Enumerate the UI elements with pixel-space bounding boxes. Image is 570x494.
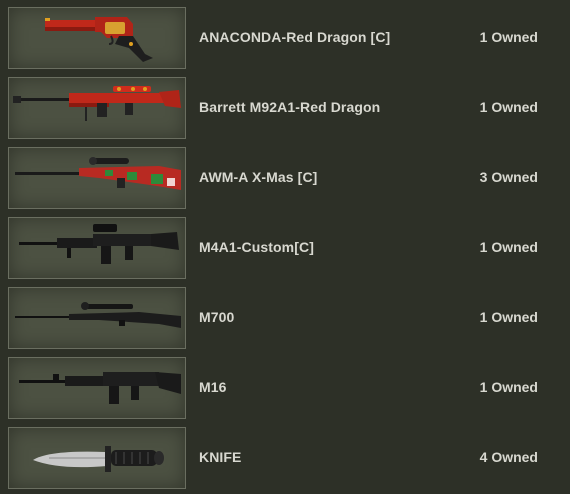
owned-count: 4 Owned: [479, 449, 538, 465]
weapon-thumbnail: [8, 357, 186, 419]
inventory-row[interactable]: M4A1-Custom[C] 1 Owned: [0, 217, 570, 283]
inventory-row[interactable]: ANACONDA-Red Dragon [C] 1 Owned: [0, 7, 570, 73]
item-name: M4A1-Custom[C]: [199, 239, 314, 255]
item-name: AWM-A X-Mas [C]: [199, 169, 318, 185]
inventory-row[interactable]: KNIFE 4 Owned: [0, 427, 570, 493]
item-name: M700: [199, 309, 235, 325]
weapon-thumbnail: [8, 147, 186, 209]
m4a1-custom-rifle-icon: [19, 224, 179, 264]
awm-xmas-sniper-icon: [15, 157, 181, 190]
owned-count: 1 Owned: [479, 99, 538, 115]
m16-rifle-icon: [19, 372, 181, 404]
inventory-row[interactable]: AWM-A X-Mas [C] 3 Owned: [0, 147, 570, 213]
m700-sniper-icon: [15, 302, 181, 328]
weapon-thumbnail: [8, 7, 186, 69]
item-name: ANACONDA-Red Dragon [C]: [199, 29, 391, 45]
weapon-thumbnail: [8, 77, 186, 139]
barrett-sniper-red-dragon-icon: [13, 86, 181, 121]
revolver-red-dragon-icon: [45, 17, 153, 62]
weapon-thumbnail: [8, 217, 186, 279]
inventory-row[interactable]: M700 1 Owned: [0, 287, 570, 353]
owned-count: 1 Owned: [479, 239, 538, 255]
knife-icon: [33, 446, 164, 472]
owned-count: 1 Owned: [479, 309, 538, 325]
item-name: Barrett M92A1-Red Dragon: [199, 99, 381, 115]
weapon-thumbnail: [8, 427, 186, 489]
weapon-thumbnail: [8, 287, 186, 349]
owned-count: 1 Owned: [479, 29, 538, 45]
item-name: M16: [199, 379, 227, 395]
inventory-row[interactable]: Barrett M92A1-Red Dragon 1 Owned: [0, 77, 570, 143]
item-name: KNIFE: [199, 449, 242, 465]
owned-count: 3 Owned: [479, 169, 538, 185]
weapon-inventory-list: ANACONDA-Red Dragon [C] 1 Owned Barrett …: [0, 0, 570, 494]
inventory-row[interactable]: M16 1 Owned: [0, 357, 570, 423]
owned-count: 1 Owned: [479, 379, 538, 395]
